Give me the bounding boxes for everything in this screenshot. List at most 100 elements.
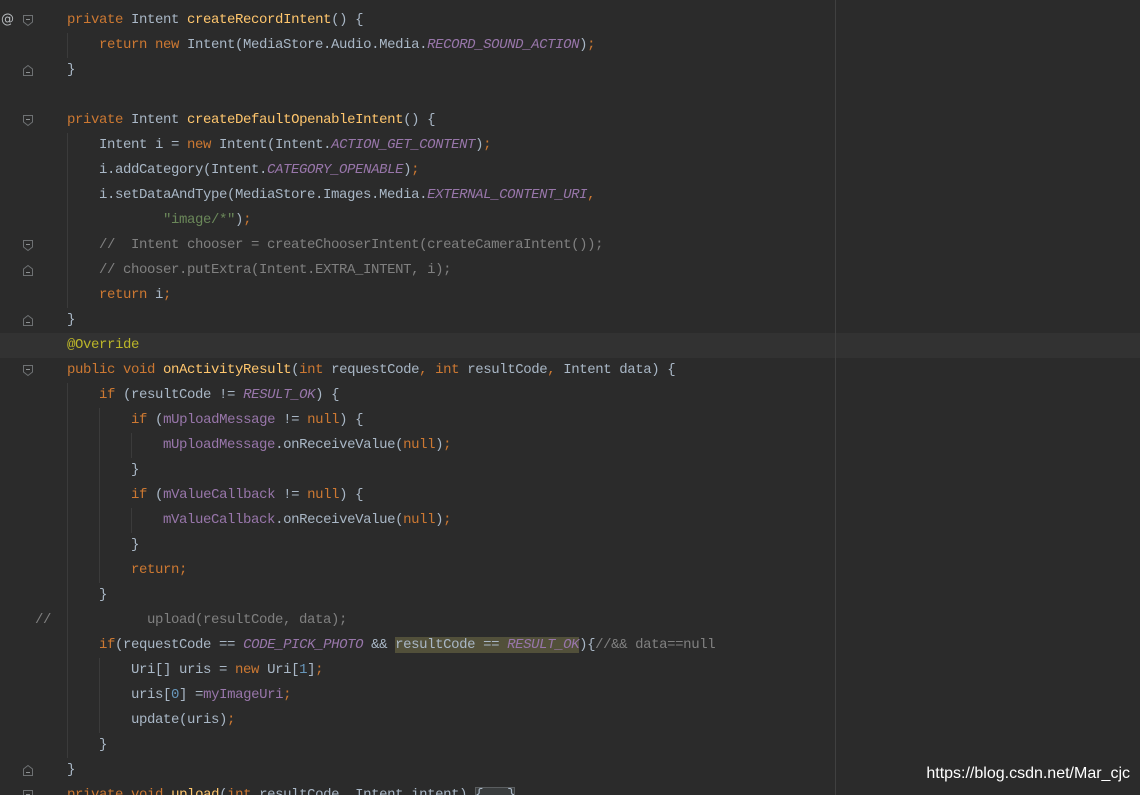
code-keyword[interactable]: return new — [99, 37, 179, 53]
code-lines[interactable]: private Intent createRecordIntent() { re… — [0, 0, 1140, 795]
code-text[interactable] — [35, 512, 163, 528]
code-line[interactable]: } — [0, 458, 1140, 483]
code-text[interactable]: } — [35, 762, 75, 778]
code-text[interactable]: Intent(MediaStore.Audio.Media. — [179, 37, 427, 53]
code-line[interactable]: if(requestCode == CODE_PICK_PHOTO && res… — [0, 633, 1140, 658]
code-line-text[interactable]: Uri[] uris = new Uri[1]; — [35, 658, 324, 683]
code-text[interactable]: } — [35, 587, 107, 603]
code-keyword[interactable]: new — [235, 662, 259, 678]
code-punctuation[interactable]: ; — [411, 162, 419, 178]
code-line-text[interactable]: "image/*"); — [35, 208, 251, 233]
code-line[interactable]: public void onActivityResult(int request… — [0, 358, 1140, 383]
code-method-name[interactable]: onActivityResult — [163, 362, 291, 378]
code-text[interactable]: () { — [403, 112, 435, 128]
code-line[interactable]: @Override — [0, 333, 1140, 358]
fold-end-icon[interactable] — [22, 314, 34, 327]
code-line[interactable]: i.addCategory(Intent.CATEGORY_OPENABLE); — [0, 158, 1140, 183]
code-text[interactable]: update(uris) — [35, 712, 227, 728]
code-line-text[interactable]: return i; — [35, 283, 171, 308]
code-text[interactable] — [35, 37, 99, 53]
code-line-text[interactable]: public void onActivityResult(int request… — [35, 358, 676, 383]
code-text[interactable]: resultCode — [251, 787, 339, 795]
code-number[interactable]: 0 — [171, 687, 179, 703]
code-line-text[interactable]: // Intent chooser = createChooserIntent(… — [35, 233, 603, 258]
code-line-text[interactable]: // upload(resultCode, data); — [35, 608, 347, 633]
code-annotation[interactable]: @Override — [67, 337, 139, 353]
code-line[interactable]: mUploadMessage.onReceiveValue(null); — [0, 433, 1140, 458]
code-field[interactable]: mValueCallback — [163, 512, 275, 528]
code-text[interactable] — [35, 437, 163, 453]
code-text[interactable]: ] — [307, 662, 315, 678]
code-line-text[interactable]: update(uris); — [35, 708, 235, 733]
code-text[interactable] — [35, 412, 131, 428]
code-keyword[interactable]: null — [307, 412, 339, 428]
code-text[interactable]: Intent(Intent. — [211, 137, 331, 153]
code-constant[interactable]: CATEGORY_OPENABLE — [267, 162, 403, 178]
code-text[interactable]: Intent i = — [35, 137, 187, 153]
code-line-text[interactable]: return new Intent(MediaStore.Audio.Media… — [35, 33, 596, 58]
code-text[interactable] — [35, 12, 67, 28]
code-text[interactable]: Intent data) { — [555, 362, 675, 378]
code-line[interactable]: } — [0, 533, 1140, 558]
code-line[interactable]: Intent i = new Intent(Intent.ACTION_GET_… — [0, 133, 1140, 158]
code-text[interactable] — [35, 362, 67, 378]
code-keyword[interactable]: return; — [131, 562, 187, 578]
folded-code-placeholder[interactable]: {...} — [475, 786, 516, 795]
code-line-text[interactable]: i.setDataAndType(MediaStore.Images.Media… — [35, 183, 596, 208]
code-text[interactable]: Intent — [123, 112, 187, 128]
code-keyword[interactable]: if — [131, 412, 147, 428]
code-text[interactable]: resultCode == — [395, 636, 508, 653]
fold-start-icon[interactable] — [22, 364, 34, 377]
code-line[interactable]: if (mValueCallback != null) { — [0, 483, 1140, 508]
code-keyword[interactable]: return — [99, 287, 147, 303]
code-keyword[interactable]: null — [403, 437, 435, 453]
code-text[interactable] — [35, 262, 99, 278]
code-text[interactable] — [155, 362, 163, 378]
code-punctuation[interactable]: ; — [243, 212, 251, 228]
code-editor[interactable]: @ private Intent createRecordIntent() { … — [0, 0, 1140, 795]
code-line[interactable]: private void upload(int resultCode, Inte… — [0, 783, 1140, 795]
code-text[interactable] — [35, 637, 99, 653]
code-text[interactable]: } — [35, 312, 75, 328]
code-field[interactable]: mUploadMessage — [163, 437, 275, 453]
code-keyword[interactable]: private void — [67, 787, 163, 795]
code-line[interactable]: Uri[] uris = new Uri[1]; — [0, 658, 1140, 683]
code-text[interactable]: i.addCategory(Intent. — [35, 162, 267, 178]
code-text[interactable] — [163, 787, 171, 795]
code-line-text[interactable]: return; — [35, 558, 187, 583]
code-line-text[interactable]: // chooser.putExtra(Intent.EXTRA_INTENT,… — [35, 258, 451, 283]
code-line-text[interactable]: if (mUploadMessage != null) { — [35, 408, 364, 433]
code-line[interactable]: mValueCallback.onReceiveValue(null); — [0, 508, 1140, 533]
code-text[interactable]: } — [35, 462, 139, 478]
code-constant[interactable]: EXTERNAL_CONTENT_URI — [427, 187, 587, 203]
code-text[interactable]: () { — [331, 12, 363, 28]
code-keyword[interactable]: private — [67, 112, 123, 128]
code-text[interactable] — [35, 237, 99, 253]
code-text[interactable] — [35, 387, 99, 403]
code-text[interactable]: ) — [435, 437, 443, 453]
code-constant[interactable]: RECORD_SOUND_ACTION — [427, 37, 579, 53]
code-text[interactable]: ) { — [339, 412, 363, 428]
code-line[interactable]: if (resultCode != RESULT_OK) { — [0, 383, 1140, 408]
code-constant[interactable]: ACTION_GET_CONTENT — [331, 137, 475, 153]
code-line-text[interactable]: } — [35, 308, 75, 333]
fold-start-icon[interactable] — [22, 114, 34, 127]
code-line-text[interactable]: Intent i = new Intent(Intent.ACTION_GET_… — [35, 133, 492, 158]
code-text[interactable] — [35, 287, 99, 303]
code-method-name[interactable]: upload — [171, 787, 219, 795]
fold-start-icon[interactable] — [22, 239, 34, 252]
code-text[interactable]: != — [275, 487, 307, 503]
code-line[interactable]: } — [0, 58, 1140, 83]
code-method-name[interactable]: createRecordIntent — [187, 12, 331, 28]
fold-end-icon[interactable] — [22, 64, 34, 77]
code-constant[interactable]: RESULT_OK — [507, 636, 580, 653]
code-text[interactable]: ) — [403, 162, 411, 178]
code-line-text[interactable]: i.addCategory(Intent.CATEGORY_OPENABLE); — [35, 158, 420, 183]
code-text[interactable] — [35, 787, 67, 795]
code-text[interactable] — [35, 112, 67, 128]
code-text[interactable]: .onReceiveValue( — [275, 437, 403, 453]
code-text[interactable]: i.setDataAndType(MediaStore.Images.Media… — [35, 187, 427, 203]
code-comment[interactable]: // upload(resultCode, data); — [35, 612, 347, 628]
code-line-text[interactable]: mValueCallback.onReceiveValue(null); — [35, 508, 452, 533]
code-keyword[interactable]: if — [131, 487, 147, 503]
